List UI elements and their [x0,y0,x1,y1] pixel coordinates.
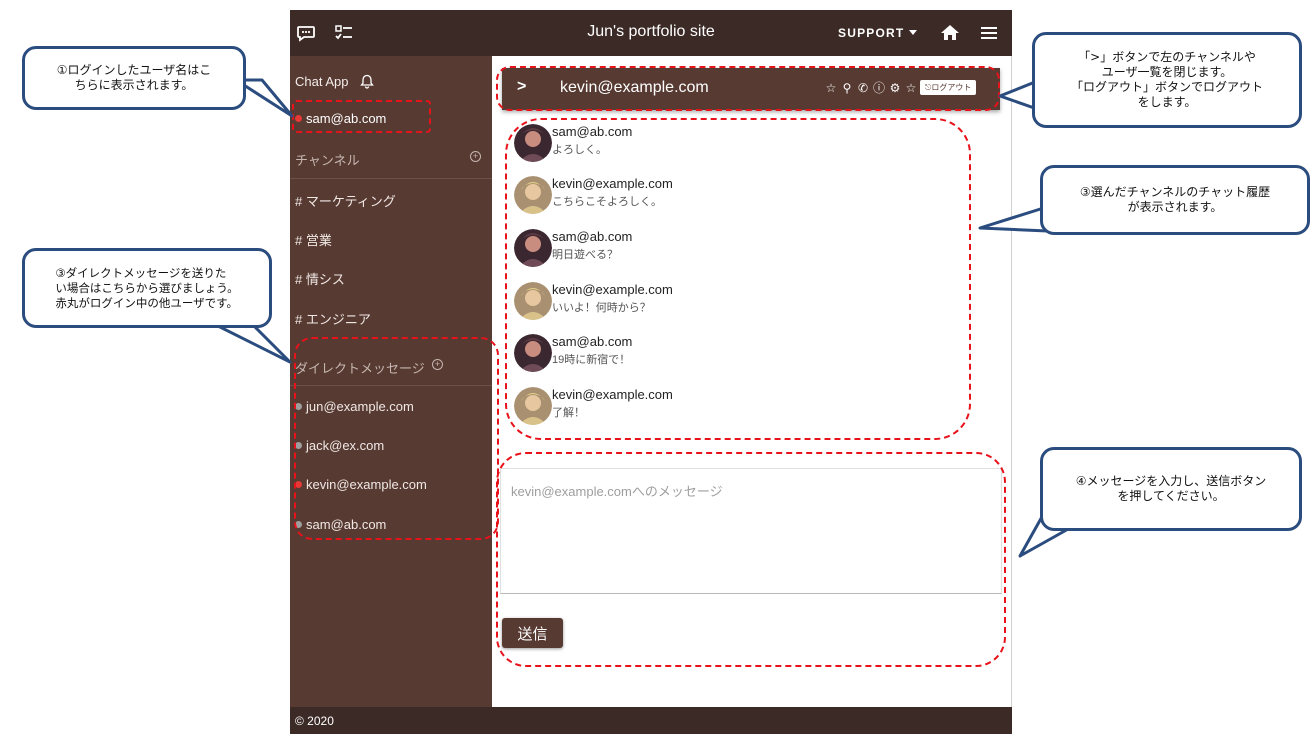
message-text: いいよ！何時から？ [552,302,651,314]
settings-icon[interactable]: ⚙ [888,80,902,96]
callout-tail [208,320,292,364]
dm-user-item[interactable]: jun@example.com [295,399,414,414]
chat-message: kevin@example.com いいよ！何時から？ [514,282,814,324]
avatar [514,282,552,320]
channels-heading: チャンネル + [295,150,481,169]
dm-heading-label: ダイレクトメッセージ [295,361,425,376]
message-user: kevin@example.com [552,387,673,402]
logout-button[interactable]: ⎋ログアウト [920,80,977,95]
footer: © 2020 [290,707,1012,734]
add-dm-icon[interactable]: + [432,359,443,370]
dm-user-item[interactable]: sam@ab.com [295,517,386,532]
message-text: 明日遊べる？ [552,249,618,261]
current-user-name: sam@ab.com [306,111,387,126]
home-icon[interactable] [940,23,960,43]
message-text: 了解！ [552,407,585,419]
online-status-icon [295,115,302,122]
message-user: kevin@example.com [552,282,673,297]
chat-app-window: Jun's portfolio site SUPPORT Chat App sa… [290,10,1012,734]
message-user: sam@ab.com [552,124,633,139]
caret-down-icon [909,30,918,35]
message-text: よろしく。 [552,144,607,156]
dm-heading: ダイレクトメッセージ + [295,358,443,377]
callout-direct-message: ③ダイレクトメッセージを送りた い場合はこちらから選びましょう。 赤丸がログイン… [22,248,272,328]
header-icon-group: ☆ ⚲ ✆ ⓘ ⚙ ☆ [824,80,918,96]
phone-icon[interactable]: ✆ [856,80,870,96]
callout-send-message: ④メッセージを入力し、送信ボタン を押してください。 [1040,447,1302,531]
chat-header: > kevin@example.com ☆ ⚲ ✆ ⓘ ⚙ ☆ ⎋ログアウト [502,68,1000,110]
channels-heading-label: チャンネル [295,153,360,168]
send-button[interactable]: 送信 [502,618,563,648]
menu-icon[interactable] [979,23,999,43]
status-dot-icon [295,403,302,410]
dm-user-name: sam@ab.com [306,517,387,532]
message-user: kevin@example.com [552,176,673,191]
callout-login-user: ①ログインしたユーザ名はこ ちらに表示されます。 [22,46,246,110]
add-channel-icon[interactable]: + [470,151,481,162]
avatar [514,176,552,214]
chat-message: sam@ab.com 19時に新宿で！ [514,334,814,376]
avatar [514,387,552,425]
avatar [514,229,552,267]
favorite-icon[interactable]: ☆ [904,80,918,96]
chat-message: kevin@example.com 了解！ [514,387,814,429]
message-text: 19時に新宿で！ [552,354,631,366]
message-text: こちらこそよろしく。 [552,196,662,208]
logout-label: ログアウト [931,83,972,92]
avatar [514,334,552,372]
dm-user-item[interactable]: jack@ex.com [295,438,384,453]
status-dot-icon [295,521,302,528]
callout-chat-history: ③選んだチャンネルのチャット履歴 が表示されます。 [1040,165,1310,235]
star-icon[interactable]: ☆ [824,80,838,96]
channel-item[interactable]: # エンジニア [295,309,371,328]
support-dropdown[interactable]: SUPPORT [838,26,918,40]
online-status-icon [295,481,302,488]
status-dot-icon [295,442,302,449]
avatar [514,124,552,162]
chat-message: sam@ab.com 明日遊べる？ [514,229,814,271]
message-user: sam@ab.com [552,334,633,349]
dm-user-name: jack@ex.com [306,438,385,453]
chat-title: kevin@example.com [560,79,709,96]
chat-message: sam@ab.com よろしく。 [514,124,814,166]
callout-header-buttons: 「>」ボタンで左のチャンネルや ユーザ一覧を閉じます。 「ログアウト」ボタンでロ… [1032,32,1302,128]
support-label: SUPPORT [838,26,905,40]
chat-message: kevin@example.com こちらこそよろしく。 [514,176,814,218]
sidebar-app-name: Chat App [295,74,349,89]
divider [290,385,492,386]
channel-item[interactable]: # マーケティング [295,191,396,210]
bell-icon[interactable] [360,74,374,89]
message-user: sam@ab.com [552,229,633,244]
search-icon[interactable]: ⚲ [840,80,854,96]
top-app-bar: Jun's portfolio site SUPPORT [290,10,1012,56]
divider [290,178,492,179]
current-user: sam@ab.com [295,111,386,126]
toggle-sidebar-button[interactable]: > [517,78,526,96]
channel-item[interactable]: # 営業 [295,230,332,249]
dm-user-item[interactable]: kevin@example.com [295,477,427,492]
sidebar: Chat App sam@ab.com チャンネル + # マーケティング # 営… [290,56,492,707]
dm-user-name: jun@example.com [306,399,414,414]
channel-item[interactable]: # 情シス [295,269,345,288]
info-icon[interactable]: ⓘ [872,80,886,96]
copyright: © 2020 [295,714,334,728]
message-input[interactable] [500,468,1002,594]
dm-user-name: kevin@example.com [306,477,427,492]
